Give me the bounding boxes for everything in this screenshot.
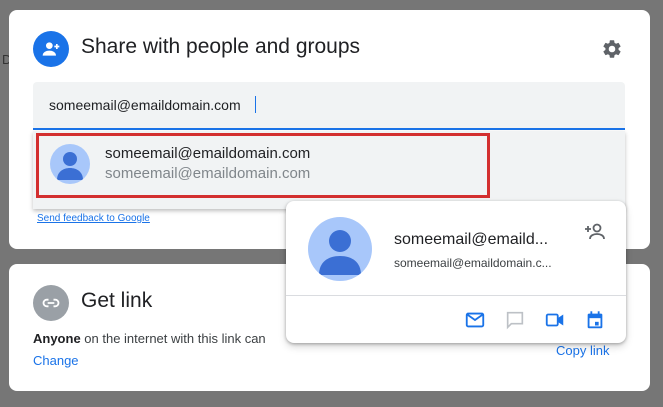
- send-email-button[interactable]: [462, 307, 488, 333]
- person-add-icon: [585, 223, 605, 240]
- text-caret: [255, 96, 256, 113]
- person-add-icon: [33, 31, 69, 67]
- suggestion-item[interactable]: someemail@emaildomain.com someemail@emai…: [33, 131, 625, 209]
- suggestion-email: someemail@emaildomain.com: [105, 165, 311, 182]
- schedule-event-button[interactable]: [582, 307, 608, 333]
- email-input[interactable]: [49, 94, 609, 116]
- gear-icon: [603, 40, 621, 58]
- copy-link-button[interactable]: Copy link: [556, 343, 609, 358]
- contact-hovercard: someemail@emaild... someemail@emaildomai…: [286, 201, 626, 343]
- contact-email: someemail@emaildomain.c...: [394, 256, 552, 270]
- avatar: [308, 217, 372, 281]
- avatar: [50, 144, 90, 184]
- chat-icon: [506, 311, 524, 330]
- link-icon: [33, 285, 69, 321]
- send-feedback-link[interactable]: Send feedback to Google: [37, 213, 150, 224]
- calendar-icon: [587, 311, 603, 329]
- add-contact-button[interactable]: [582, 219, 608, 245]
- suggestion-dropdown: someemail@emaildomain.com someemail@emai…: [33, 131, 625, 209]
- link-access-scope: Anyone: [33, 331, 81, 346]
- email-input-field[interactable]: [33, 82, 625, 130]
- change-access-link[interactable]: Change: [33, 353, 79, 368]
- video-icon: [545, 313, 564, 327]
- suggestion-name: someemail@emaildomain.com: [105, 145, 311, 162]
- contact-name: someemail@emaild...: [394, 231, 549, 248]
- link-access-detail: on the internet with this link can: [80, 331, 266, 346]
- mail-icon: [465, 312, 485, 328]
- chat-button[interactable]: [502, 307, 528, 333]
- video-call-button[interactable]: [542, 307, 568, 333]
- link-access-description: Anyone on the internet with this link ca…: [33, 331, 266, 346]
- share-dialog-title: Share with people and groups: [81, 35, 361, 58]
- divider: [286, 295, 626, 296]
- get-link-title: Get link: [81, 289, 153, 312]
- settings-button[interactable]: [599, 36, 625, 62]
